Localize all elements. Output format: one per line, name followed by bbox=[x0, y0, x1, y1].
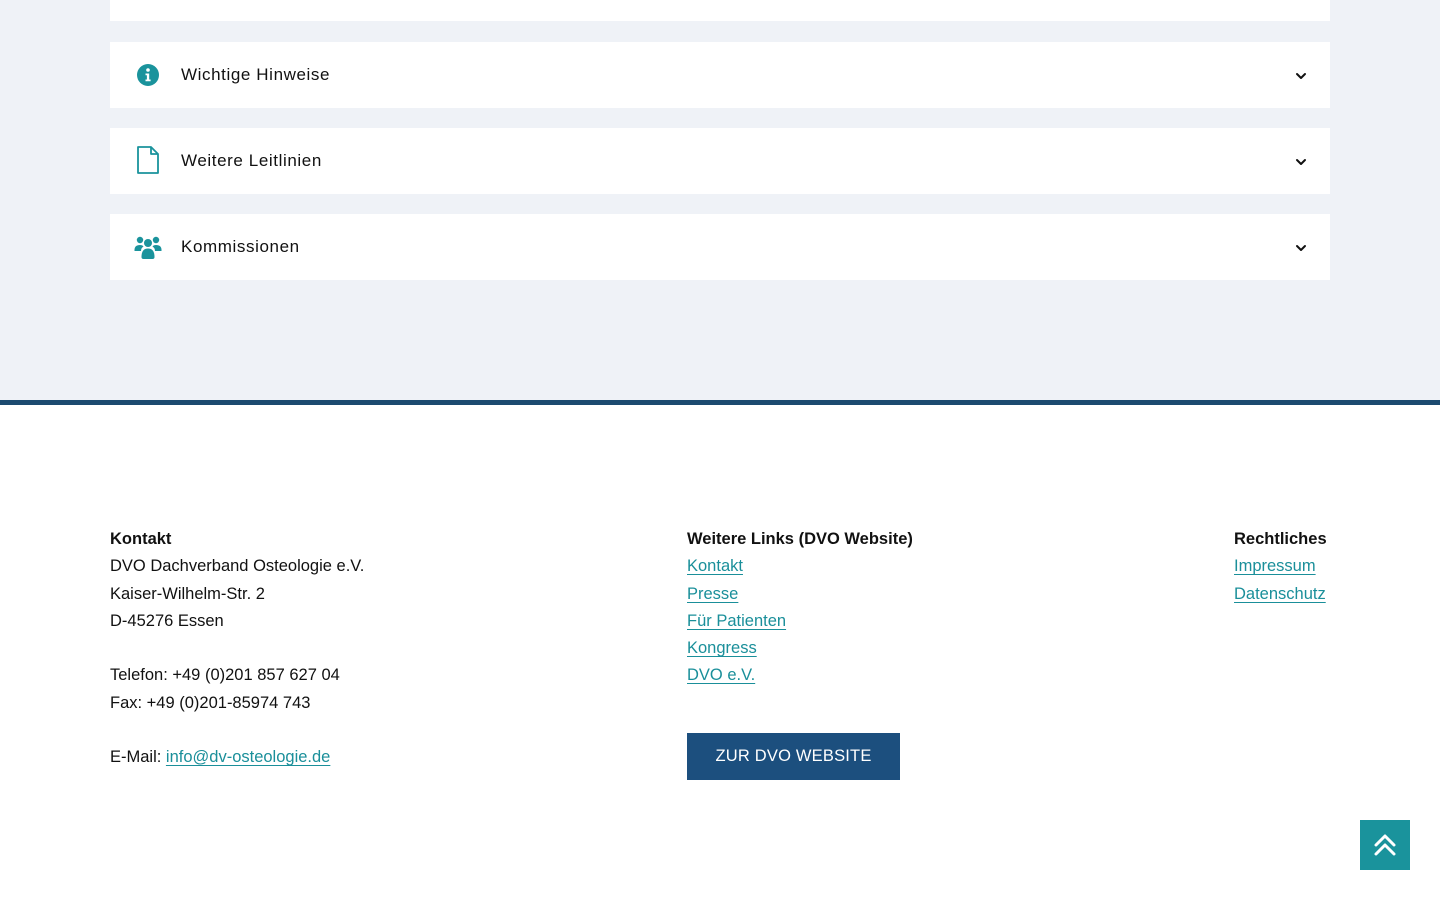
email-link[interactable]: info@dv-osteologie.de bbox=[166, 748, 330, 766]
footer-top-border bbox=[0, 400, 1440, 405]
accordion-item-cut-off[interactable] bbox=[110, 0, 1330, 21]
email-label: E-Mail: bbox=[110, 748, 166, 767]
fax-number: Fax: +49 (0)201-85974 743 bbox=[110, 693, 311, 712]
footer-links-column: Weitere Links (DVO Website) Kontakt Pres… bbox=[687, 526, 1047, 690]
accordion-label: Weitere Leitlinien bbox=[181, 151, 322, 170]
phone-number: Telefon: +49 (0)201 857 627 04 bbox=[110, 666, 340, 685]
info-circle-icon bbox=[134, 63, 162, 87]
footer-contact-column: Kontakt DVO Dachverband Osteologie e.V. … bbox=[110, 526, 530, 772]
chevron-down-icon bbox=[1296, 245, 1306, 251]
document-icon bbox=[134, 146, 162, 174]
city-address: D-45276 Essen bbox=[110, 611, 224, 630]
org-name: DVO Dachverband Osteologie e.V. bbox=[110, 557, 365, 576]
users-icon bbox=[134, 235, 162, 259]
footer-link-kontakt[interactable]: Kontakt bbox=[687, 557, 743, 575]
content-area: Wichtige Hinweise Weitere Leitlinien Kom… bbox=[0, 0, 1440, 400]
accordion-item-wichtige-hinweise[interactable]: Wichtige Hinweise bbox=[110, 42, 1330, 108]
email-line: E-Mail: info@dv-osteologie.de bbox=[110, 744, 530, 771]
accordion-item-kommissionen[interactable]: Kommissionen bbox=[110, 214, 1330, 280]
footer-legal-heading: Rechtliches bbox=[1234, 530, 1327, 548]
footer-link-datenschutz[interactable]: Datenschutz bbox=[1234, 585, 1326, 603]
footer-contact-heading: Kontakt bbox=[110, 530, 172, 548]
footer-link-dvo-ev[interactable]: DVO e.V. bbox=[687, 666, 755, 684]
accordion-label: Kommissionen bbox=[181, 237, 300, 256]
street-address: Kaiser-Wilhelm-Str. 2 bbox=[110, 584, 265, 603]
scroll-to-top-button[interactable] bbox=[1360, 820, 1410, 870]
accordion-item-weitere-leitlinien[interactable]: Weitere Leitlinien bbox=[110, 128, 1330, 194]
accordion-label: Wichtige Hinweise bbox=[181, 65, 331, 84]
footer-legal-column: Rechtliches Impressum Datenschutz bbox=[1234, 526, 1354, 608]
dvo-website-button[interactable]: ZUR DVO WEBSITE bbox=[687, 733, 900, 780]
footer-links-heading: Weitere Links (DVO Website) bbox=[687, 530, 913, 548]
double-chevron-up-icon bbox=[1374, 834, 1396, 856]
footer-link-presse[interactable]: Presse bbox=[687, 585, 738, 603]
footer-link-impressum[interactable]: Impressum bbox=[1234, 557, 1316, 575]
chevron-down-icon bbox=[1296, 159, 1306, 165]
chevron-down-icon bbox=[1296, 73, 1306, 79]
footer-link-kongress[interactable]: Kongress bbox=[687, 639, 757, 657]
footer-link-fuer-patienten[interactable]: Für Patienten bbox=[687, 612, 786, 630]
